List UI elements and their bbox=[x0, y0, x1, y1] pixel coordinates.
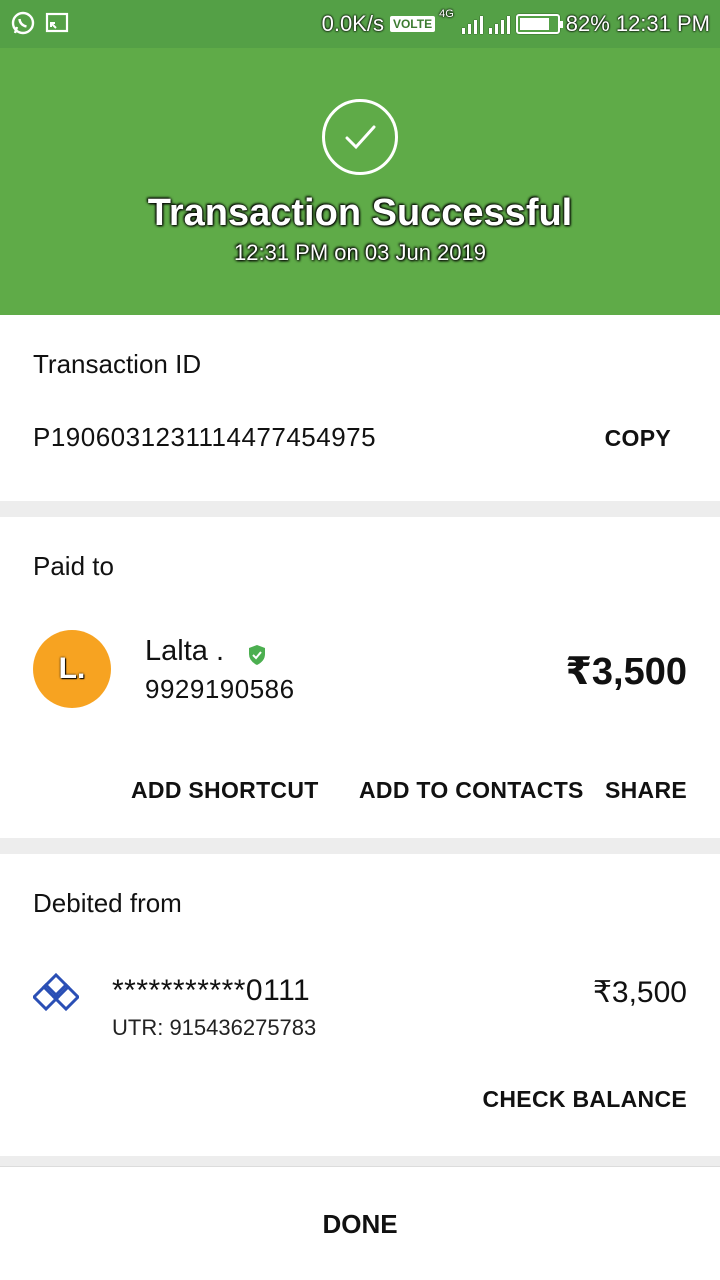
done-button[interactable]: DONE bbox=[0, 1209, 720, 1240]
system-status: 0.0K/s VOLTE 4G 82% 12:31 PM bbox=[322, 8, 710, 40]
share-button[interactable]: SHARE bbox=[605, 777, 687, 804]
signal-strength-icon-1 bbox=[461, 14, 483, 34]
paid-to-label: Paid to bbox=[33, 551, 114, 581]
status-bar: 0.0K/s VOLTE 4G 82% 12:31 PM bbox=[0, 0, 720, 48]
section-divider bbox=[0, 1156, 720, 1166]
payee-avatar: L. bbox=[33, 630, 111, 708]
add-to-contacts-button[interactable]: ADD TO CONTACTS bbox=[359, 777, 584, 804]
paid-amount: ₹3,500 bbox=[565, 651, 687, 693]
check-circle-icon bbox=[322, 99, 398, 175]
payee-phone: 9929190586 bbox=[145, 674, 295, 704]
section-divider bbox=[0, 501, 720, 517]
debited-from-label: Debited from bbox=[33, 888, 182, 918]
battery-level-fill bbox=[519, 18, 550, 30]
transaction-id-section: Transaction ID P1906031231114477454975 C… bbox=[0, 315, 720, 501]
verified-shield-icon bbox=[247, 644, 267, 671]
transaction-id-value: P1906031231114477454975 bbox=[33, 422, 377, 452]
debited-from-section: Debited from ***********0111 UTR: 915436… bbox=[0, 854, 720, 1156]
check-balance-button[interactable]: CHECK BALANCE bbox=[482, 1086, 687, 1113]
bank-logo-icon bbox=[31, 972, 81, 1017]
transaction-status-title: Transaction Successful bbox=[147, 192, 573, 234]
transaction-id-label: Transaction ID bbox=[33, 349, 202, 379]
section-divider bbox=[0, 838, 720, 854]
signal-strength-icon-2 bbox=[488, 14, 510, 34]
add-shortcut-button[interactable]: ADD SHORTCUT bbox=[131, 777, 319, 804]
account-number: ***********0111 bbox=[112, 974, 311, 1007]
network-speed: 0.0K/s bbox=[321, 11, 384, 36]
payee-name: Lalta . bbox=[145, 635, 224, 667]
debited-amount: ₹3,500 bbox=[592, 976, 687, 1009]
network-type: 4G bbox=[439, 8, 454, 20]
battery-percentage: 82% bbox=[565, 11, 610, 36]
paid-to-section: Paid to L. Lalta . 9929190586 ₹3,500 ADD… bbox=[0, 517, 720, 838]
whatsapp-icon bbox=[10, 10, 36, 36]
battery-icon bbox=[515, 14, 563, 34]
copy-button[interactable]: COPY bbox=[605, 425, 671, 452]
success-header: Transaction Successful 12:31 PM on 03 Ju… bbox=[0, 48, 720, 315]
volte-badge: VOLTE bbox=[389, 16, 436, 32]
clock: 12:31 PM bbox=[615, 11, 710, 36]
cast-screen-icon bbox=[44, 10, 70, 36]
footer-bar: DONE bbox=[0, 1166, 720, 1280]
utr-number: UTR: 915436275783 bbox=[112, 1015, 317, 1040]
notification-icons bbox=[10, 10, 70, 36]
transaction-datetime: 12:31 PM on 03 Jun 2019 bbox=[234, 240, 486, 265]
